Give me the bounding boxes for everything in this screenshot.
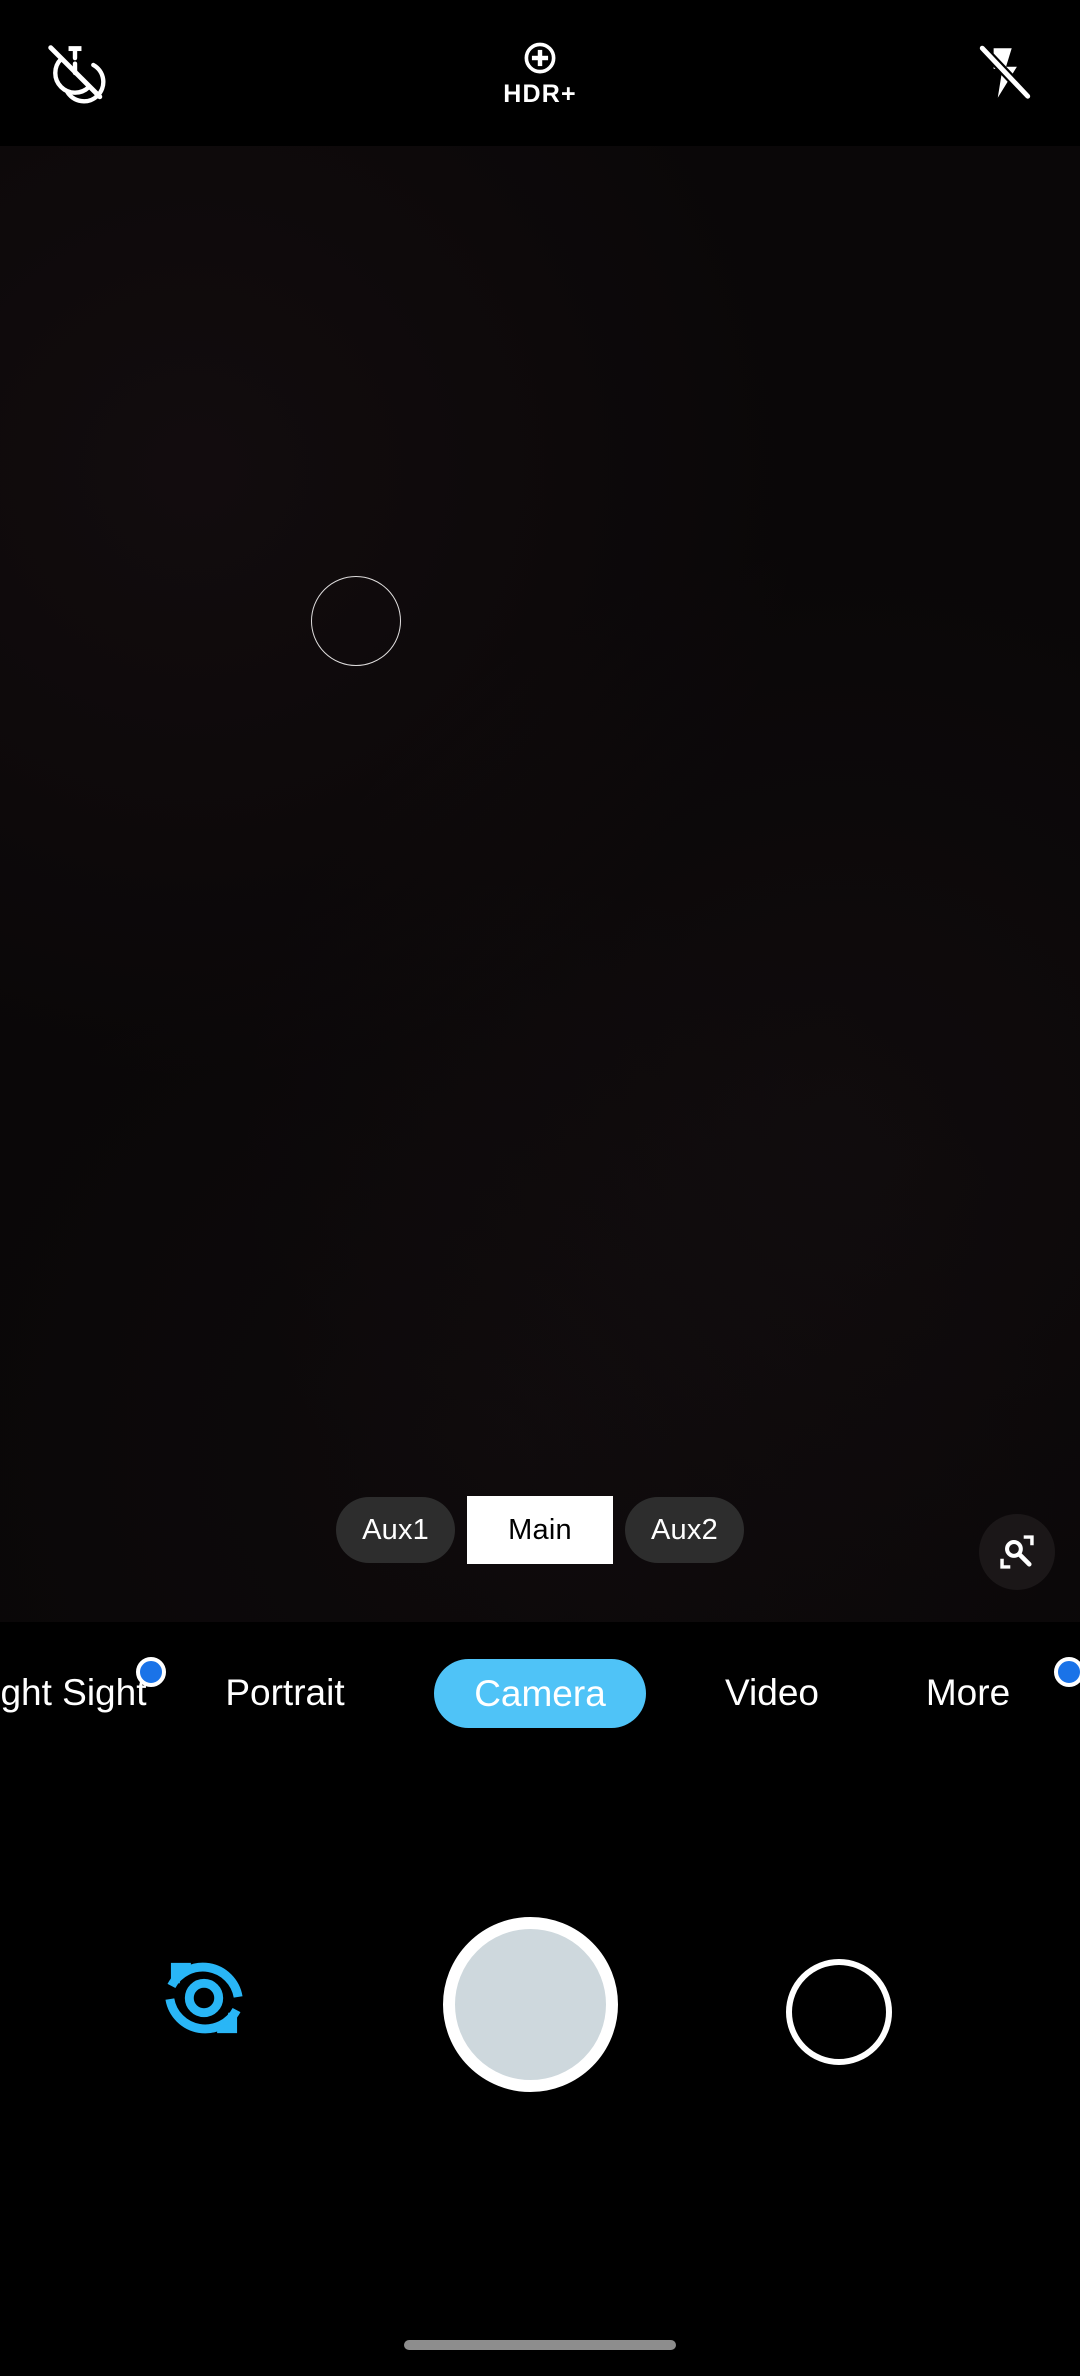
google-lens-icon bbox=[1000, 1535, 1034, 1569]
flip-camera-button[interactable] bbox=[138, 1932, 270, 2064]
flip-camera-icon bbox=[165, 1962, 243, 2034]
hdr-plus-icon bbox=[524, 42, 556, 74]
gallery-thumbnail-button[interactable] bbox=[786, 1959, 892, 2065]
mode-camera[interactable]: Camera bbox=[410, 1622, 670, 1764]
flash-off-button[interactable] bbox=[930, 0, 1080, 146]
hdr-plus-label: HDR+ bbox=[503, 80, 577, 108]
mode-selector[interactable]: Night Sight Portrait Camera Video More bbox=[0, 1622, 1080, 1764]
mode-portrait[interactable]: Portrait bbox=[160, 1622, 410, 1764]
mode-camera-label: Camera bbox=[434, 1658, 646, 1728]
focus-ring bbox=[311, 576, 401, 666]
timer-off-button[interactable] bbox=[0, 0, 150, 146]
timer-off-icon bbox=[48, 45, 106, 104]
home-indicator[interactable] bbox=[404, 2340, 676, 2350]
mode-portrait-label: Portrait bbox=[225, 1672, 345, 1713]
lens-selector: Aux1 Main Aux2 bbox=[0, 1496, 1080, 1564]
mode-video[interactable]: Video bbox=[672, 1622, 872, 1764]
lens-chip-main[interactable]: Main bbox=[467, 1496, 613, 1564]
shutter-button[interactable] bbox=[443, 1917, 618, 2092]
flash-off-icon bbox=[977, 43, 1033, 101]
camera-app: HDR+ Aux1 Main Aux2 ght Sight Portrait C… bbox=[0, 0, 1080, 2376]
hdr-plus-button[interactable]: HDR+ bbox=[465, 0, 615, 146]
mode-more[interactable]: More bbox=[880, 1622, 1080, 1764]
mode-more-label: More bbox=[925, 1672, 1011, 1713]
bottom-control-bar bbox=[0, 1764, 1080, 2376]
lens-chip-aux1[interactable]: Aux1 bbox=[336, 1497, 455, 1563]
mode-more-badge bbox=[1054, 1657, 1080, 1687]
top-control-bar: HDR+ bbox=[0, 0, 1080, 146]
mode-night-sight-label: Night Sight bbox=[0, 1672, 147, 1713]
mode-night-sight[interactable]: Night Sight bbox=[0, 1622, 176, 1764]
mode-video-label: Video bbox=[725, 1672, 819, 1713]
lens-chip-aux2[interactable]: Aux2 bbox=[625, 1497, 744, 1563]
camera-viewfinder[interactable]: Aux1 Main Aux2 bbox=[0, 146, 1080, 1622]
google-lens-button[interactable] bbox=[979, 1514, 1055, 1590]
